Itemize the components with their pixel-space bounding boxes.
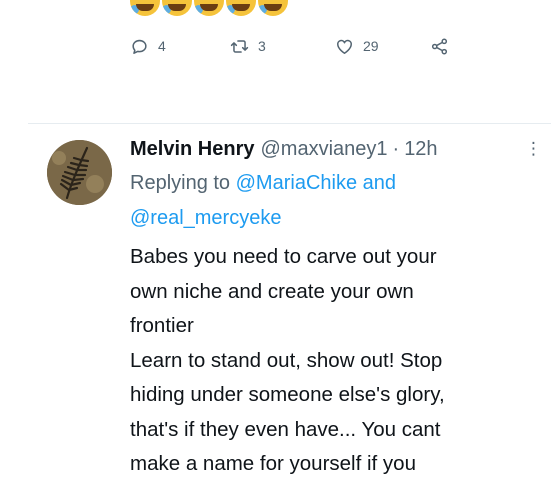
tweet-text: Babes you need to carve out your own nic… <box>130 245 445 475</box>
rolling-laughing-emoji-icon <box>226 0 256 16</box>
tweet-divider <box>28 123 551 124</box>
mention-link[interactable]: @real_mercyeke <box>130 207 281 229</box>
separator-dot: · <box>392 138 400 160</box>
tweet-header: Melvin Henry @maxvianey1 · 12h <box>130 132 540 166</box>
heart-icon <box>335 37 354 56</box>
retweet-button[interactable]: 3 <box>230 37 335 56</box>
like-count: 29 <box>363 38 379 54</box>
rolling-laughing-emoji-icon <box>194 0 224 16</box>
more-options-icon[interactable]: ⋮ <box>525 136 542 162</box>
replying-to: Replying to @MariaChike and @real_mercye… <box>130 166 540 236</box>
replying-conjunction: and <box>357 172 397 194</box>
replying-to-label: Replying to <box>130 172 236 194</box>
rolling-laughing-emoji-icon <box>162 0 192 16</box>
reply-button[interactable]: 4 <box>130 37 230 56</box>
rolling-laughing-emoji-icon <box>130 0 160 16</box>
emoji-row <box>130 0 288 16</box>
reply-count: 4 <box>158 38 166 54</box>
tweet-action-bar: 4 3 29 <box>130 31 510 61</box>
share-button[interactable] <box>430 37 460 56</box>
retweet-count: 3 <box>258 38 266 54</box>
like-button[interactable]: 29 <box>335 37 430 56</box>
share-icon <box>430 37 449 56</box>
avatar[interactable] <box>47 140 112 205</box>
retweet-icon <box>230 37 249 56</box>
user-handle[interactable]: @maxvianey1 <box>260 132 387 166</box>
reply-icon <box>130 37 149 56</box>
mention-link[interactable]: @MariaChike <box>236 172 357 194</box>
reply-tweet[interactable]: Melvin Henry @maxvianey1 · 12h ⋮ Replyin… <box>130 132 542 482</box>
rolling-laughing-emoji-icon <box>258 0 288 16</box>
display-name[interactable]: Melvin Henry <box>130 132 254 166</box>
timestamp[interactable]: 12h <box>404 132 437 166</box>
